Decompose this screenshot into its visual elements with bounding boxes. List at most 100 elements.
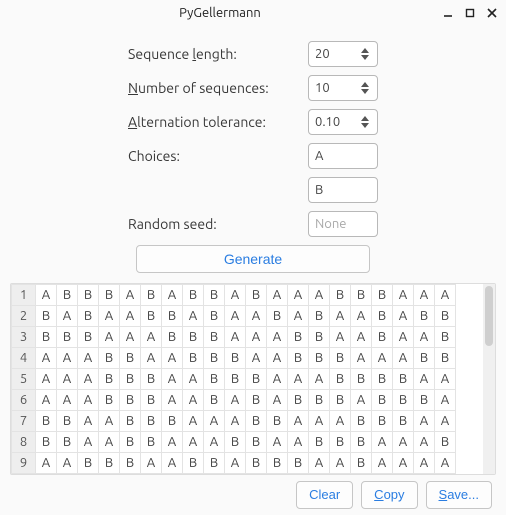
table-cell[interactable]: B bbox=[99, 347, 120, 368]
table-cell[interactable]: B bbox=[57, 326, 78, 347]
table-cell[interactable]: B bbox=[204, 389, 225, 410]
table-cell[interactable]: A bbox=[351, 389, 372, 410]
save-button[interactable]: Save... bbox=[426, 481, 492, 509]
table-cell[interactable]: A bbox=[183, 305, 204, 326]
table-cell[interactable]: A bbox=[414, 431, 435, 452]
table-cell[interactable]: B bbox=[183, 347, 204, 368]
table-cell[interactable]: B bbox=[78, 326, 99, 347]
table-cell[interactable]: B bbox=[288, 452, 309, 473]
table-cell[interactable]: A bbox=[267, 284, 288, 305]
table-cell[interactable]: A bbox=[183, 410, 204, 431]
table-cell[interactable]: A bbox=[120, 326, 141, 347]
table-cell[interactable]: A bbox=[162, 368, 183, 389]
table-cell[interactable]: B bbox=[99, 452, 120, 473]
table-cell[interactable]: B bbox=[246, 410, 267, 431]
table-cell[interactable]: B bbox=[204, 305, 225, 326]
random-seed-input[interactable]: None bbox=[308, 211, 378, 237]
scrollbar-thumb[interactable] bbox=[485, 286, 493, 346]
table-cell[interactable]: A bbox=[57, 347, 78, 368]
table-cell[interactable]: A bbox=[351, 326, 372, 347]
table-cell[interactable]: B bbox=[246, 368, 267, 389]
table-cell[interactable]: B bbox=[141, 305, 162, 326]
table-cell[interactable]: A bbox=[267, 347, 288, 368]
table-cell[interactable]: A bbox=[162, 347, 183, 368]
table-cell[interactable]: B bbox=[141, 368, 162, 389]
table-cell[interactable]: A bbox=[225, 389, 246, 410]
table-cell[interactable]: B bbox=[204, 326, 225, 347]
table-cell[interactable]: A bbox=[435, 410, 456, 431]
table-cell[interactable]: A bbox=[246, 326, 267, 347]
choice-b-input[interactable]: B bbox=[308, 177, 378, 203]
table-cell[interactable]: B bbox=[330, 389, 351, 410]
table-cell[interactable]: A bbox=[99, 305, 120, 326]
table-cell[interactable]: A bbox=[225, 284, 246, 305]
table-cell[interactable]: B bbox=[372, 284, 393, 305]
table-cell[interactable]: B bbox=[183, 452, 204, 473]
table-cell[interactable]: A bbox=[246, 305, 267, 326]
table-cell[interactable]: B bbox=[246, 452, 267, 473]
table-cell[interactable]: A bbox=[351, 305, 372, 326]
table-cell[interactable]: B bbox=[414, 305, 435, 326]
clear-button[interactable]: Clear bbox=[296, 481, 353, 509]
table-cell[interactable]: B bbox=[204, 284, 225, 305]
table-cell[interactable]: A bbox=[414, 284, 435, 305]
table-cell[interactable]: B bbox=[99, 389, 120, 410]
table-cell[interactable]: A bbox=[393, 305, 414, 326]
table-cell[interactable]: B bbox=[57, 284, 78, 305]
table-cell[interactable]: A bbox=[414, 452, 435, 473]
table-cell[interactable]: B bbox=[372, 368, 393, 389]
table-cell[interactable]: A bbox=[435, 368, 456, 389]
table-cell[interactable]: A bbox=[393, 347, 414, 368]
table-cell[interactable]: B bbox=[57, 410, 78, 431]
table-cell[interactable]: B bbox=[36, 326, 57, 347]
table-cell[interactable]: A bbox=[309, 410, 330, 431]
table-cell[interactable]: A bbox=[162, 389, 183, 410]
table-cell[interactable]: A bbox=[162, 431, 183, 452]
table-cell[interactable]: A bbox=[330, 305, 351, 326]
table-cell[interactable]: A bbox=[162, 284, 183, 305]
generate-button[interactable]: Generate bbox=[136, 245, 370, 273]
table-cell[interactable]: B bbox=[351, 410, 372, 431]
alt-tolerance-input[interactable]: 0.10 bbox=[308, 109, 378, 135]
choice-a-input[interactable]: A bbox=[308, 143, 378, 169]
table-cell[interactable]: B bbox=[435, 305, 456, 326]
table-cell[interactable]: B bbox=[120, 431, 141, 452]
table-cell[interactable]: A bbox=[309, 368, 330, 389]
table-cell[interactable]: B bbox=[435, 326, 456, 347]
table-cell[interactable]: B bbox=[204, 347, 225, 368]
table-cell[interactable]: B bbox=[309, 347, 330, 368]
table-cell[interactable]: B bbox=[330, 284, 351, 305]
table-cell[interactable]: B bbox=[393, 389, 414, 410]
table-cell[interactable]: B bbox=[351, 431, 372, 452]
table-cell[interactable]: B bbox=[330, 368, 351, 389]
table-cell[interactable]: A bbox=[393, 326, 414, 347]
table-cell[interactable]: A bbox=[141, 326, 162, 347]
table-cell[interactable]: A bbox=[225, 326, 246, 347]
table-cell[interactable]: B bbox=[120, 389, 141, 410]
table-cell[interactable]: A bbox=[435, 452, 456, 473]
table-cell[interactable]: A bbox=[393, 452, 414, 473]
table-cell[interactable]: A bbox=[99, 410, 120, 431]
table-cell[interactable]: A bbox=[372, 347, 393, 368]
table-cell[interactable]: A bbox=[204, 431, 225, 452]
table-cell[interactable]: B bbox=[351, 452, 372, 473]
table-cell[interactable]: A bbox=[414, 326, 435, 347]
table-cell[interactable]: B bbox=[246, 431, 267, 452]
table-cell[interactable]: B bbox=[141, 410, 162, 431]
table-cell[interactable]: B bbox=[225, 347, 246, 368]
table-cell[interactable]: A bbox=[78, 347, 99, 368]
table-cell[interactable]: A bbox=[330, 410, 351, 431]
table-cell[interactable]: B bbox=[78, 284, 99, 305]
copy-button[interactable]: Copy bbox=[361, 481, 417, 509]
table-cell[interactable]: A bbox=[288, 431, 309, 452]
table-cell[interactable]: B bbox=[372, 389, 393, 410]
table-cell[interactable]: A bbox=[141, 452, 162, 473]
table-cell[interactable]: B bbox=[372, 410, 393, 431]
table-cell[interactable]: A bbox=[393, 284, 414, 305]
table-cell[interactable]: A bbox=[372, 431, 393, 452]
table-cell[interactable]: B bbox=[372, 326, 393, 347]
spinner-arrows-icon[interactable] bbox=[359, 48, 371, 60]
table-cell[interactable]: B bbox=[162, 326, 183, 347]
table-cell[interactable]: A bbox=[57, 389, 78, 410]
table-cell[interactable]: A bbox=[36, 368, 57, 389]
